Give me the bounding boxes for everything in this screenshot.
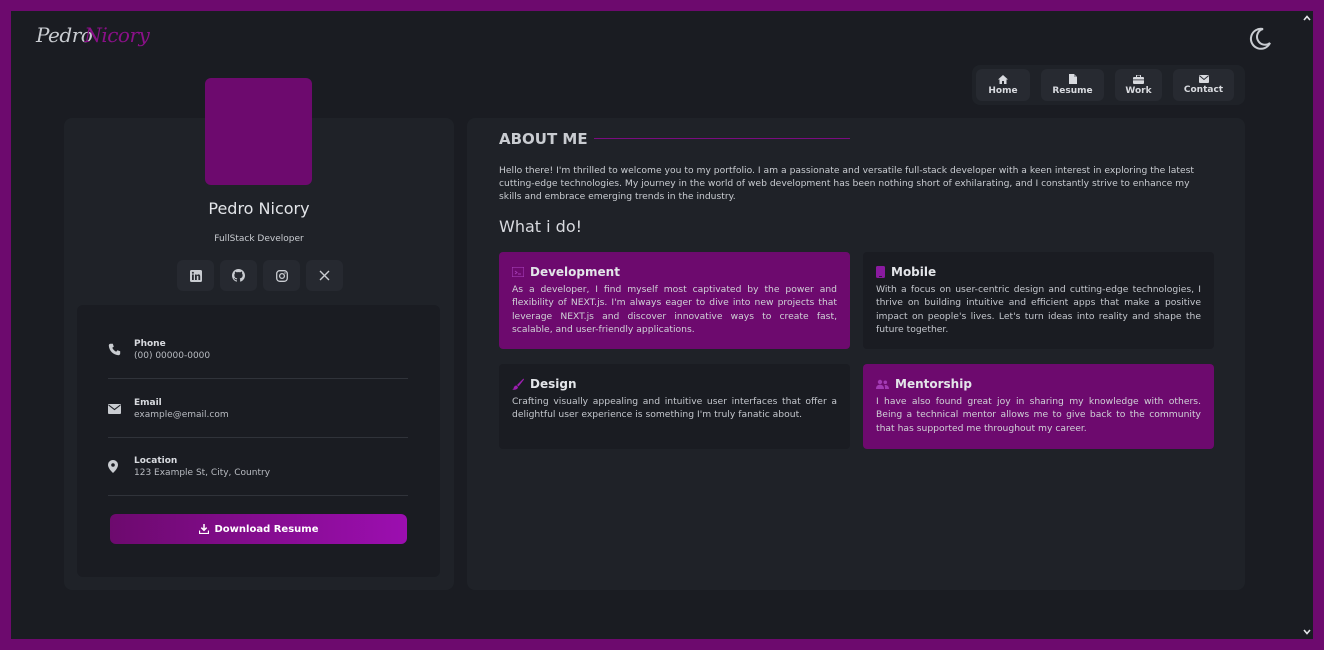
nav-item-home[interactable]: Home bbox=[976, 69, 1030, 101]
profile-role: FullStack Developer bbox=[214, 234, 304, 244]
phone-label: Phone bbox=[134, 338, 166, 349]
contact-phone: Phone (00) 00000-0000 bbox=[108, 321, 408, 379]
what-i-do-title: What i do! bbox=[499, 217, 583, 236]
service-text: Crafting visually appealing and intuitiv… bbox=[512, 396, 837, 421]
service-title: Mobile bbox=[891, 265, 937, 279]
github-icon[interactable] bbox=[220, 260, 257, 291]
email-value: example@email.com bbox=[134, 409, 229, 420]
avatar bbox=[205, 78, 312, 185]
about-text: Hello there! I'm thrilled to welcome you… bbox=[499, 165, 1195, 202]
service-title: Design bbox=[530, 377, 577, 391]
email-label: Email bbox=[134, 397, 162, 408]
about-title: ABOUT ME bbox=[499, 130, 588, 148]
location-value: 123 Example St, City, Country bbox=[134, 467, 271, 478]
nav-item-contact[interactable]: Contact bbox=[1173, 69, 1234, 101]
service-text: With a focus on user-centric design and … bbox=[876, 284, 1201, 335]
x-icon[interactable] bbox=[306, 260, 343, 291]
service-text: As a developer, I find myself most capti… bbox=[512, 284, 837, 335]
home-icon bbox=[998, 74, 1008, 84]
document-icon bbox=[1068, 74, 1077, 84]
location-label: Location bbox=[134, 455, 178, 466]
nav-label: Work bbox=[1125, 85, 1152, 96]
social-links bbox=[177, 260, 343, 291]
code-icon bbox=[512, 267, 524, 277]
location-pin-icon bbox=[108, 460, 134, 473]
instagram-icon[interactable] bbox=[263, 260, 300, 291]
download-icon bbox=[198, 524, 209, 534]
contact-location: Location 123 Example St, City, Country bbox=[108, 438, 408, 496]
download-label: Download Resume bbox=[214, 523, 319, 535]
scrollbar[interactable] bbox=[1301, 11, 1313, 639]
briefcase-icon bbox=[1133, 74, 1144, 84]
logo[interactable]: PedroNicory bbox=[36, 23, 150, 47]
nav-item-work[interactable]: Work bbox=[1115, 69, 1162, 101]
scroll-up-icon[interactable] bbox=[1301, 12, 1313, 24]
nav-label: Home bbox=[988, 85, 1018, 96]
page-frame: PedroNicory Home Resume Work Contact Ped… bbox=[11, 11, 1313, 639]
mobile-icon bbox=[876, 266, 885, 278]
title-divider bbox=[594, 138, 850, 139]
service-text: I have also found great joy in sharing m… bbox=[876, 396, 1201, 434]
service-title: Mentorship bbox=[895, 377, 972, 391]
contact-info-box: Phone (00) 00000-0000 Email example@emai… bbox=[77, 305, 440, 577]
service-design: Design Crafting visually appealing and i… bbox=[499, 364, 850, 449]
users-icon bbox=[876, 379, 889, 389]
envelope-icon bbox=[108, 403, 134, 414]
linkedin-icon[interactable] bbox=[177, 260, 214, 291]
nav-label: Resume bbox=[1052, 86, 1093, 96]
phone-value: (00) 00000-0000 bbox=[134, 350, 211, 361]
service-mentorship: Mentorship I have also found great joy i… bbox=[863, 364, 1214, 449]
contact-email: Email example@email.com bbox=[108, 380, 408, 438]
service-development: Development As a developer, I find mysel… bbox=[499, 252, 850, 349]
profile-name: Pedro Nicory bbox=[208, 199, 310, 218]
service-mobile: Mobile With a focus on user-centric desi… bbox=[863, 252, 1214, 349]
envelope-icon bbox=[1198, 75, 1209, 83]
nav-bar: Home Resume Work Contact bbox=[972, 65, 1245, 105]
scroll-down-icon[interactable] bbox=[1301, 626, 1313, 638]
nav-label: Contact bbox=[1183, 85, 1224, 95]
phone-icon bbox=[108, 343, 134, 356]
download-resume-button[interactable]: Download Resume bbox=[110, 514, 407, 544]
service-title: Development bbox=[530, 265, 620, 279]
paintbrush-icon bbox=[512, 378, 524, 390]
logo-last: Nicory bbox=[84, 23, 150, 47]
nav-item-resume[interactable]: Resume bbox=[1041, 69, 1104, 101]
moon-icon[interactable] bbox=[1247, 26, 1273, 52]
